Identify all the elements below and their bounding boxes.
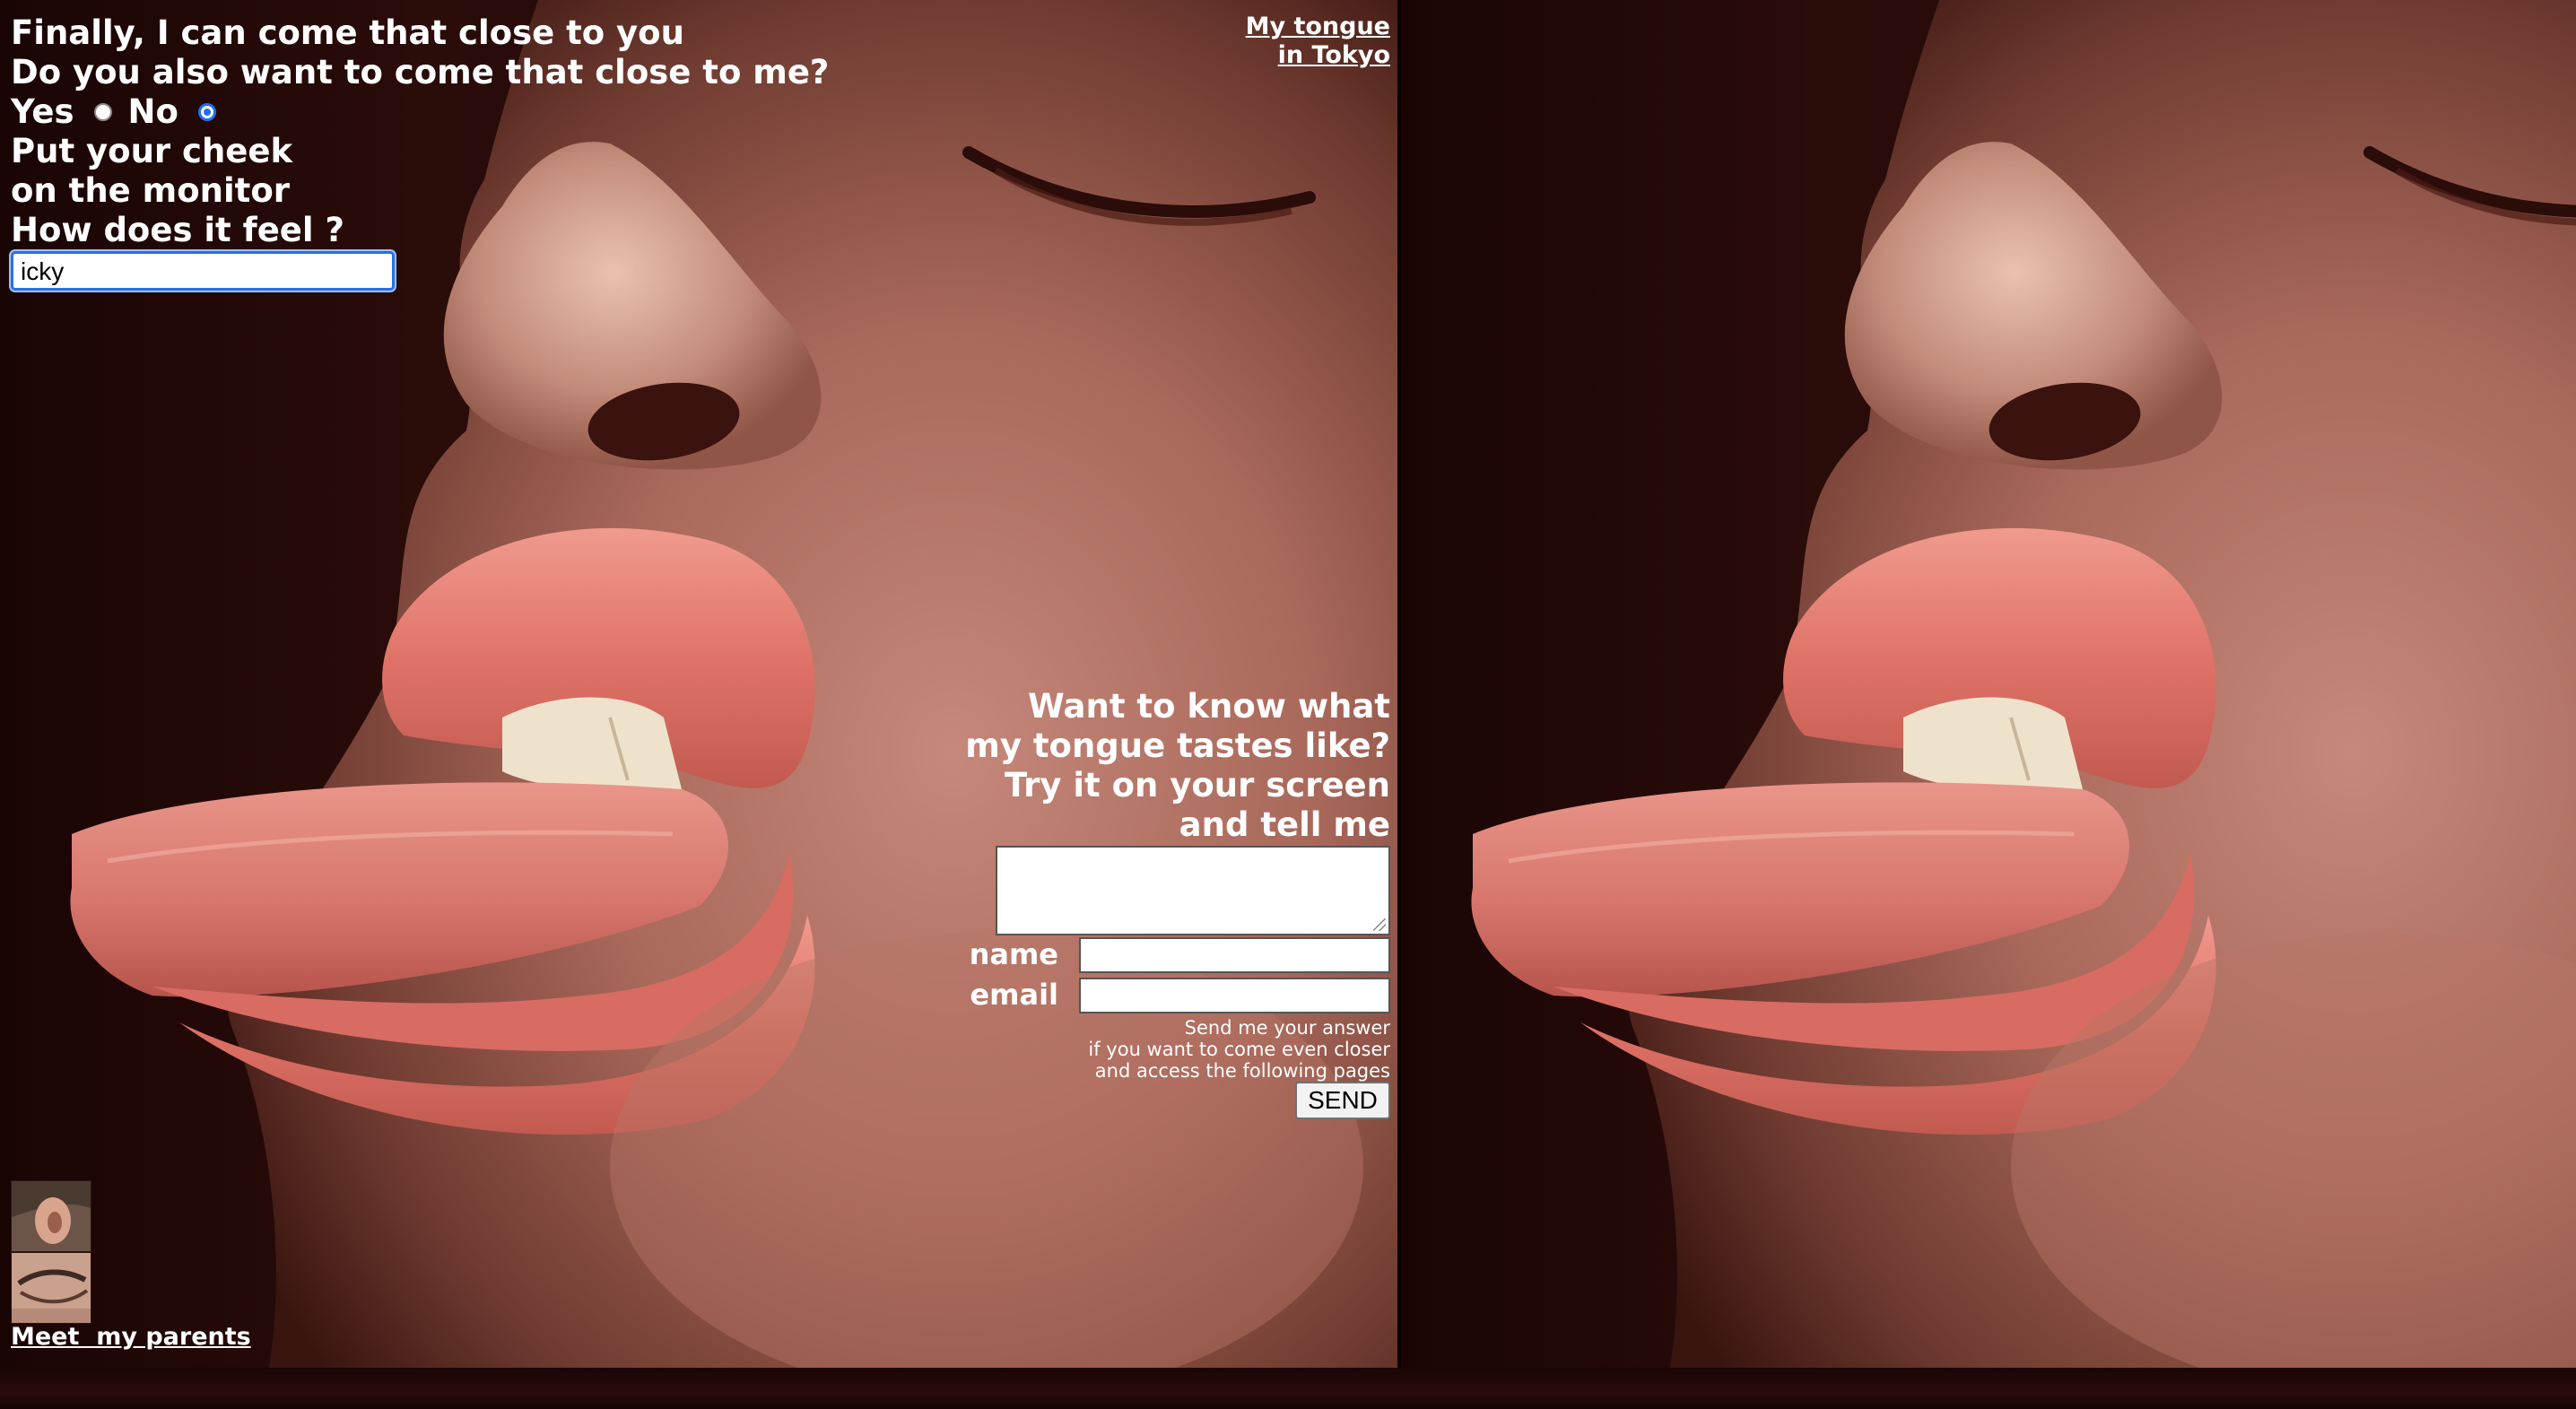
taste-prompt-line-2: my tongue tastes like? bbox=[965, 726, 1390, 765]
no-radio[interactable] bbox=[197, 103, 216, 121]
name-field[interactable] bbox=[1079, 937, 1390, 973]
feel-input[interactable]: icky bbox=[11, 251, 395, 291]
tokyo-link-line-1: My tongue bbox=[1245, 13, 1390, 40]
face-image-right bbox=[1401, 0, 2576, 1368]
intro-line-4: on the monitor bbox=[11, 171, 290, 210]
email-label: email bbox=[970, 978, 1058, 1012]
taste-prompt-line-1: Want to know what bbox=[1028, 687, 1390, 726]
parent-thumbnail-ear[interactable] bbox=[11, 1180, 91, 1252]
eye-thumbnail-image bbox=[12, 1253, 91, 1323]
tokyo-link-line-2: in Tokyo bbox=[1277, 41, 1390, 69]
send-note-line-2: if you want to come even closer bbox=[1088, 1039, 1390, 1060]
yes-radio[interactable] bbox=[93, 103, 112, 121]
taste-prompt: Want to know what my tongue tastes like?… bbox=[965, 687, 1390, 845]
intro-line-2: Do you also want to come that close to m… bbox=[11, 53, 830, 91]
taste-prompt-line-3: Try it on your screen bbox=[1004, 766, 1390, 805]
intro-line-3: Put your cheek bbox=[11, 132, 293, 170]
taste-prompt-line-4: and tell me bbox=[1179, 805, 1390, 844]
no-label: No bbox=[127, 92, 178, 131]
ear-thumbnail-image bbox=[12, 1181, 91, 1251]
send-note-line-1: Send me your answer bbox=[1184, 1017, 1390, 1039]
parent-thumbnail-eye[interactable] bbox=[11, 1252, 91, 1324]
face-photo-right bbox=[1401, 0, 2576, 1368]
intro-line-1: Finally, I can come that close to you bbox=[11, 13, 684, 52]
taste-answer-textarea[interactable] bbox=[996, 846, 1390, 935]
bottom-strip bbox=[0, 1368, 2576, 1409]
intro-line-5: How does it feel ? bbox=[11, 211, 344, 249]
yes-label: Yes bbox=[11, 92, 74, 131]
tokyo-link[interactable]: My tongue in Tokyo bbox=[1157, 13, 1390, 70]
yes-no-radio-group: Yes No bbox=[11, 92, 829, 132]
meet-parents-link[interactable]: Meet my parents bbox=[11, 1322, 251, 1352]
send-note: Send me your answer if you want to come … bbox=[1088, 1017, 1390, 1082]
name-label: name bbox=[969, 937, 1058, 971]
intro-text: Finally, I can come that close to you Do… bbox=[11, 13, 829, 250]
send-button[interactable]: SEND bbox=[1295, 1082, 1390, 1119]
send-note-line-3: and access the following pages bbox=[1094, 1060, 1390, 1082]
email-field[interactable] bbox=[1079, 978, 1390, 1013]
